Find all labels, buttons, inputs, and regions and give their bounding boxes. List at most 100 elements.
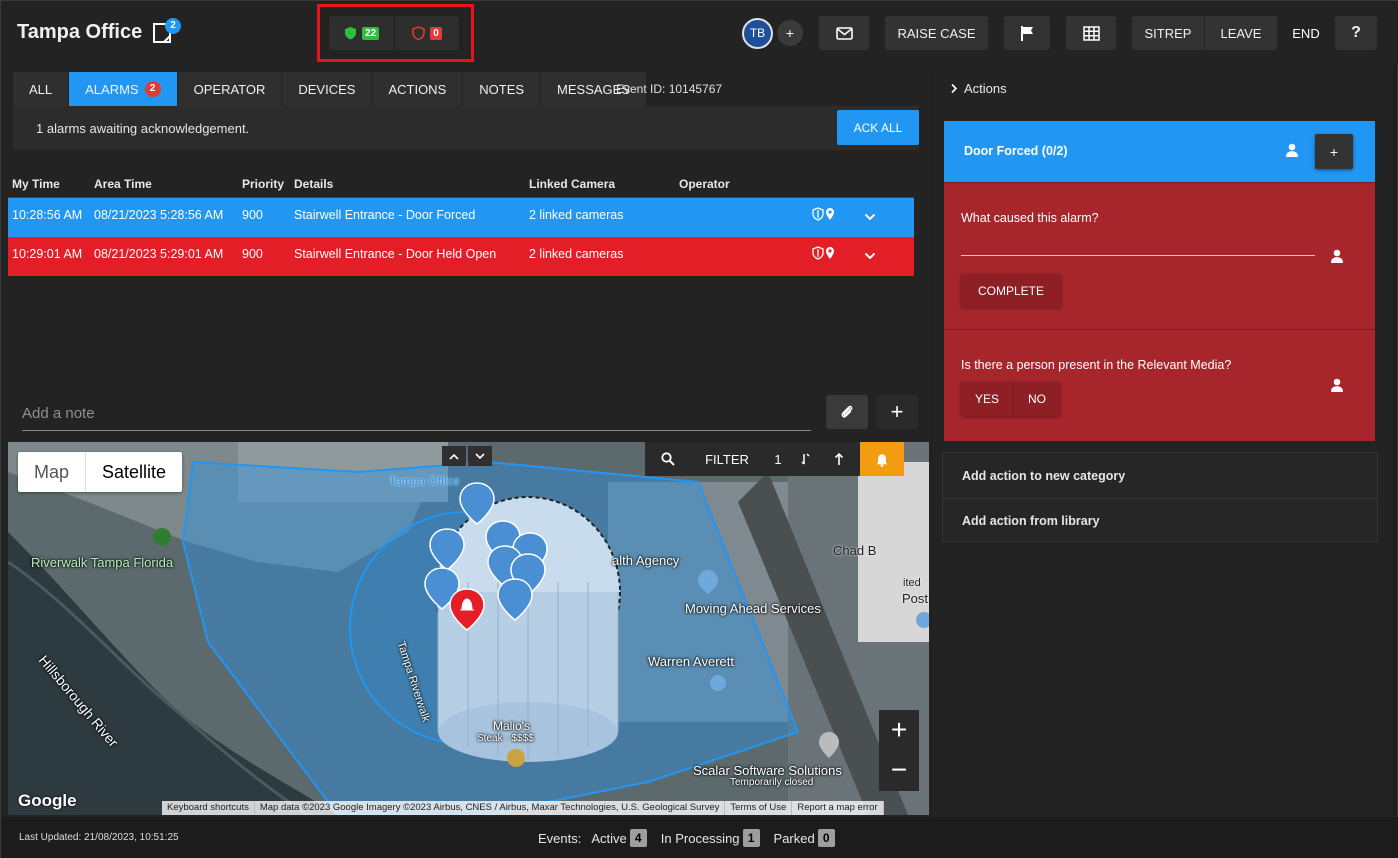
grid-icon <box>1082 25 1100 41</box>
grid-view-button[interactable] <box>1066 16 1116 50</box>
actions-title: Actions <box>964 81 1007 96</box>
map-data-credit: Map data ©2023 Google Imagery ©2023 Airb… <box>254 801 726 815</box>
breach-count-button[interactable]: 0 <box>394 16 459 50</box>
complete-button[interactable]: COMPLETE <box>961 274 1061 307</box>
answer-input[interactable] <box>961 228 1315 256</box>
tab-all[interactable]: ALL <box>13 72 70 106</box>
map-collapse-controls <box>442 446 492 466</box>
add-member-button[interactable]: + <box>777 20 803 46</box>
add-action-from-library[interactable]: Add action from library <box>943 498 1377 543</box>
yes-button[interactable]: YES <box>961 382 1013 416</box>
terms-link[interactable]: Terms of Use <box>725 801 793 815</box>
tab-label: ALARMS <box>85 81 139 97</box>
note-input[interactable]: Add a note <box>22 401 811 431</box>
row-area-time: 08/21/2023 5:28:56 AM <box>94 208 224 222</box>
alarm-table: My Time Area Time Priority Details Linke… <box>8 170 914 276</box>
session-button-group: SITREP LEAVE <box>1132 16 1277 50</box>
user-icon[interactable] <box>1285 143 1299 158</box>
event-id: Event ID: 10145767 <box>616 82 723 96</box>
flag-icon <box>1020 25 1033 41</box>
chevron-up-icon[interactable] <box>442 446 466 466</box>
tab-alarms[interactable]: ALARMS 2 <box>69 72 178 106</box>
row-details: Stairwell Entrance - Door Held Open <box>294 247 497 261</box>
row-details: Stairwell Entrance - Door Forced <box>294 208 476 222</box>
row-linked-camera[interactable]: 2 linked cameras <box>529 247 624 261</box>
actions-toggle[interactable]: Actions <box>950 81 1007 96</box>
user-icon[interactable] <box>1330 249 1344 264</box>
col-operator[interactable]: Operator <box>679 177 730 191</box>
col-area-time[interactable]: Area Time <box>94 177 152 191</box>
col-my-time[interactable]: My Time <box>12 177 60 191</box>
site-map[interactable]: Tampa Office Riverwalk Tampa Florida Hil… <box>8 442 929 815</box>
add-action-new-category[interactable]: Add action to new category <box>943 453 1377 498</box>
google-logo: Google <box>18 791 77 810</box>
chevron-down-icon[interactable] <box>864 210 876 224</box>
message-button[interactable] <box>819 16 869 50</box>
ack-all-button[interactable]: ACK ALL <box>837 110 919 145</box>
map-type-map[interactable]: Map <box>18 452 85 492</box>
actions-panel: Actions Door Forced (0/2) + What caused … <box>932 65 1393 817</box>
upload-icon[interactable] <box>818 442 860 476</box>
tab-notes[interactable]: NOTES <box>463 72 542 106</box>
shield-location-icon[interactable] <box>812 207 836 224</box>
attach-button[interactable] <box>826 395 868 429</box>
add-note-button[interactable]: + <box>876 395 918 429</box>
col-priority[interactable]: Priority <box>242 177 284 191</box>
map-label-ited: ited <box>903 577 921 589</box>
map-filter-count: 1 <box>763 442 793 476</box>
tab-devices[interactable]: DEVICES <box>282 72 373 106</box>
raise-case-button[interactable]: RAISE CASE <box>885 16 988 50</box>
tab-actions[interactable]: ACTIONS <box>372 72 464 106</box>
flag-button[interactable] <box>1004 16 1050 50</box>
map-type-satellite[interactable]: Satellite <box>85 452 182 492</box>
chevron-right-icon <box>951 83 958 94</box>
shield-check-icon <box>344 27 356 40</box>
col-linked-camera[interactable]: Linked Camera <box>529 177 615 191</box>
chevron-down-icon[interactable] <box>864 249 876 263</box>
status-footer: Last Updated: 21/08/2023, 10:51:25 Event… <box>1 817 1398 858</box>
active-label[interactable]: Active <box>591 831 626 846</box>
map-label-riverwalk: Riverwalk Tampa Florida <box>31 555 174 570</box>
sort-icon[interactable] <box>793 442 818 476</box>
leave-button[interactable]: LEAVE <box>1204 16 1277 50</box>
secured-count-button[interactable]: 22 <box>329 16 394 50</box>
map-zoom-control: + − <box>879 710 919 791</box>
add-action-button[interactable]: + <box>1315 134 1353 169</box>
col-details[interactable]: Details <box>294 177 333 191</box>
map-filter-button[interactable]: FILTER <box>691 442 763 476</box>
report-error-link[interactable]: Report a map error <box>792 801 884 815</box>
row-linked-camera[interactable]: 2 linked cameras <box>529 208 624 222</box>
row-priority: 900 <box>242 247 263 261</box>
map-label-steak: Steak · $$$$ <box>477 733 534 744</box>
help-button[interactable]: ? <box>1335 16 1377 50</box>
processing-label[interactable]: In Processing <box>661 831 740 846</box>
breach-count: 0 <box>430 26 442 40</box>
question-text: Is there a person present in the Relevan… <box>961 358 1232 372</box>
events-summary: Events: Active 4 In Processing 1 Parked … <box>538 829 849 847</box>
table-row[interactable]: 10:29:01 AM 08/21/2023 5:29:01 AM 900 St… <box>8 237 914 276</box>
map-label-malios: Malio's <box>493 719 530 733</box>
zoom-in-button[interactable]: + <box>879 710 919 750</box>
shield-location-icon[interactable] <box>812 246 836 263</box>
alarm-bell-button[interactable] <box>860 442 904 476</box>
action-card-title: Door Forced (0/2) <box>964 144 1068 158</box>
end-button[interactable]: END <box>1285 16 1327 50</box>
paperclip-icon <box>841 405 853 418</box>
question-cause: What caused this alarm? COMPLETE <box>944 182 1375 329</box>
action-card-header[interactable]: Door Forced (0/2) + <box>944 121 1375 182</box>
chevron-down-icon[interactable] <box>468 446 492 466</box>
row-priority: 900 <box>242 208 263 222</box>
user-avatar[interactable]: TB <box>742 18 773 49</box>
table-row[interactable]: 10:28:56 AM 08/21/2023 5:28:56 AM 900 St… <box>8 198 914 237</box>
parked-label[interactable]: Parked <box>774 831 815 846</box>
no-button[interactable]: NO <box>1013 382 1060 416</box>
map-search-button[interactable] <box>645 442 691 476</box>
user-icon[interactable] <box>1330 378 1344 393</box>
keyboard-shortcuts-link[interactable]: Keyboard shortcuts <box>162 801 255 815</box>
zoom-out-button[interactable]: − <box>879 750 919 790</box>
satellite-imagery <box>8 442 929 815</box>
sitrep-button[interactable]: SITREP <box>1132 16 1204 50</box>
tab-operator[interactable]: OPERATOR <box>177 72 283 106</box>
event-tabs: ALL ALARMS 2 OPERATOR DEVICES ACTIONS NOT… <box>13 72 648 106</box>
ack-status-text: 1 alarms awaiting acknowledgement. <box>36 121 250 136</box>
